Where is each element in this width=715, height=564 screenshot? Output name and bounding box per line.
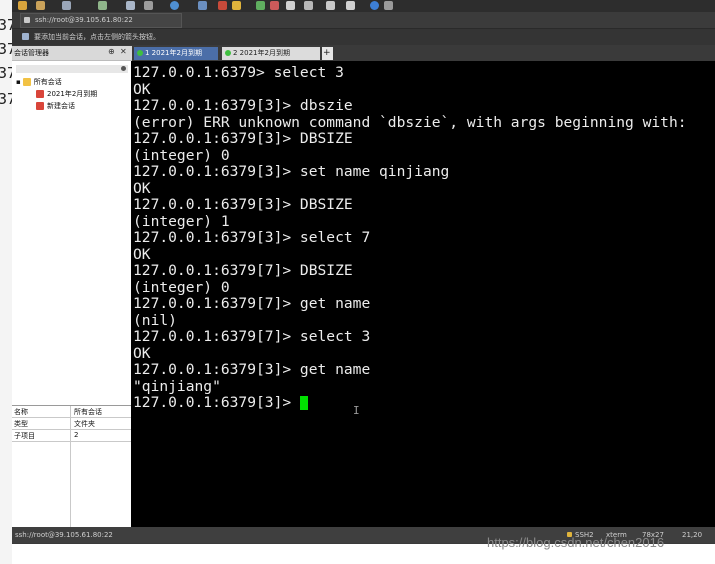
terminal-line: 127.0.0.1:6379[7]> DBSIZE bbox=[133, 262, 353, 279]
terminal-line: 127.0.0.1:6379[3]> set name qinjiang bbox=[133, 163, 450, 180]
terminal-line: (integer) 1 bbox=[133, 212, 230, 230]
tab-label: 2 2021年2月到期 bbox=[233, 49, 290, 57]
refresh-icon[interactable] bbox=[121, 66, 126, 71]
print-icon[interactable] bbox=[144, 1, 153, 10]
terminal-line: OK bbox=[133, 344, 151, 362]
window-icon[interactable] bbox=[346, 1, 355, 10]
terminal-line: 127.0.0.1:6379[3]> get name bbox=[133, 361, 371, 378]
terminal-line: 127.0.0.1:6379[3]> DBSIZE bbox=[133, 196, 353, 213]
connected-icon bbox=[137, 50, 143, 56]
terminal-line: (integer) 0 bbox=[133, 278, 230, 296]
background-window-strip: 37 37 37 37 bbox=[0, 0, 16, 564]
property-key: 名称 bbox=[14, 408, 28, 416]
close-icon[interactable]: ✕ bbox=[120, 47, 127, 56]
tab-bar: 1 2021年2月到期 2 2021年2月到期 + bbox=[132, 46, 715, 60]
compose-icon[interactable] bbox=[304, 1, 313, 10]
collapse-icon[interactable]: ▪ bbox=[16, 78, 21, 86]
properties-icon[interactable] bbox=[98, 1, 107, 10]
help-icon[interactable] bbox=[370, 1, 379, 10]
terminal-line: OK bbox=[133, 245, 151, 263]
property-value: 所有会话 bbox=[74, 408, 102, 416]
terminal-output[interactable]: 127.0.0.1:6379> select 3 OK 127.0.0.1:63… bbox=[131, 61, 715, 527]
search-icon[interactable] bbox=[126, 1, 135, 10]
layout-icon[interactable] bbox=[326, 1, 335, 10]
tree-item-new-session[interactable]: 新建会话 bbox=[36, 101, 75, 113]
session-tree: ▪ 所有会话 2021年2月到期 新建会话 bbox=[12, 61, 132, 405]
keyboard-icon[interactable] bbox=[286, 1, 295, 10]
add-tab-button[interactable]: + bbox=[322, 47, 333, 60]
terminal-line: 127.0.0.1:6379[7]> get name bbox=[133, 295, 371, 312]
tab-session-2[interactable]: 2 2021年2月到期 bbox=[222, 47, 320, 60]
lock-icon[interactable] bbox=[232, 1, 241, 10]
tree-item-label: 所有会话 bbox=[33, 78, 62, 86]
terminal-prompt: 127.0.0.1:6379[3]> bbox=[133, 394, 308, 411]
toolbar bbox=[12, 0, 715, 12]
info-bar: 要添加当前会话，点击左侧的箭头按钮。 bbox=[12, 29, 715, 45]
property-row: 子项目 2 bbox=[12, 430, 132, 442]
script-icon[interactable] bbox=[256, 1, 265, 10]
prompt-text: 127.0.0.1:6379[3]> bbox=[133, 394, 300, 411]
terminal-line: OK bbox=[133, 80, 151, 98]
tree-item-label: 新建会话 bbox=[47, 102, 75, 110]
info-icon bbox=[22, 33, 29, 40]
terminal-line: 127.0.0.1:6379[7]> select 3 bbox=[133, 328, 371, 345]
terminal-line: (error) ERR unknown command `dbszie`, wi… bbox=[133, 113, 687, 131]
property-key: 子项目 bbox=[14, 432, 35, 440]
session-manager: 会话管理器 ⊕ ✕ ▪ 所有会话 2021年2月到期 新建会话 名称 所有会话 bbox=[12, 46, 132, 528]
pin-icon[interactable]: ⊕ bbox=[108, 47, 115, 56]
connected-icon bbox=[225, 50, 231, 56]
terminal-line: 127.0.0.1:6379> select 3 bbox=[133, 64, 344, 81]
tree-item-label: 2021年2月到期 bbox=[47, 90, 98, 98]
terminal-line: (integer) 0 bbox=[133, 146, 230, 164]
info-text: 要添加当前会话，点击左侧的箭头按钮。 bbox=[34, 33, 160, 41]
property-row: 类型 文件夹 bbox=[12, 418, 132, 430]
terminal-line: OK bbox=[133, 179, 151, 197]
address-input[interactable]: ssh://root@39.105.61.80:22 bbox=[20, 13, 182, 28]
terminal-line: "qinjiang" bbox=[133, 377, 221, 395]
property-value: 文件夹 bbox=[74, 420, 95, 428]
folder-icon bbox=[22, 78, 31, 86]
mouse-ibeam-icon: I bbox=[353, 404, 360, 417]
text-cursor bbox=[299, 396, 308, 410]
property-row: 名称 所有会话 bbox=[12, 406, 132, 418]
property-key: 类型 bbox=[14, 420, 28, 428]
terminal-line: 127.0.0.1:6379[3]> DBSIZE bbox=[133, 130, 353, 147]
xftp-icon[interactable] bbox=[218, 1, 227, 10]
record-icon[interactable] bbox=[270, 1, 279, 10]
terminal-line: 127.0.0.1:6379[3]> dbszie bbox=[133, 97, 353, 114]
globe-icon[interactable] bbox=[170, 1, 179, 10]
tab-label: 1 2021年2月到期 bbox=[145, 49, 202, 57]
session-manager-header: 会话管理器 ⊕ ✕ bbox=[12, 46, 132, 61]
properties-panel: 名称 所有会话 类型 文件夹 子项目 2 bbox=[12, 405, 132, 528]
menu-icon[interactable] bbox=[384, 1, 393, 10]
terminal-line: 127.0.0.1:6379[3]> select 7 bbox=[133, 229, 371, 246]
status-cursor-position: 21,20 bbox=[682, 531, 703, 539]
tree-item-all-sessions[interactable]: ▪ 所有会话 bbox=[16, 77, 62, 89]
lock-icon bbox=[24, 17, 30, 23]
xshell-window: ssh://root@39.105.61.80:22 要添加当前会话，点击左侧的… bbox=[12, 0, 715, 544]
new-session-icon[interactable] bbox=[18, 1, 27, 10]
address-text: ssh://root@39.105.61.80:22 bbox=[35, 16, 133, 24]
open-folder-icon[interactable] bbox=[36, 1, 45, 10]
property-value: 2 bbox=[74, 431, 79, 439]
transfer-icon[interactable] bbox=[198, 1, 207, 10]
session-icon bbox=[36, 102, 44, 110]
status-connection: ssh://root@39.105.61.80:22 bbox=[15, 531, 113, 539]
terminal-line: (nil) bbox=[133, 311, 177, 329]
address-bar: ssh://root@39.105.61.80:22 bbox=[12, 12, 715, 29]
tree-item-session[interactable]: 2021年2月到期 bbox=[36, 89, 97, 101]
tree-toolbar bbox=[16, 65, 128, 73]
tab-session-1[interactable]: 1 2021年2月到期 bbox=[134, 47, 218, 60]
watermark: https://blog.csdn.net/chen2016 bbox=[487, 535, 665, 550]
session-icon bbox=[36, 90, 44, 98]
session-manager-title: 会话管理器 bbox=[14, 49, 49, 57]
disconnect-icon[interactable] bbox=[62, 1, 71, 10]
